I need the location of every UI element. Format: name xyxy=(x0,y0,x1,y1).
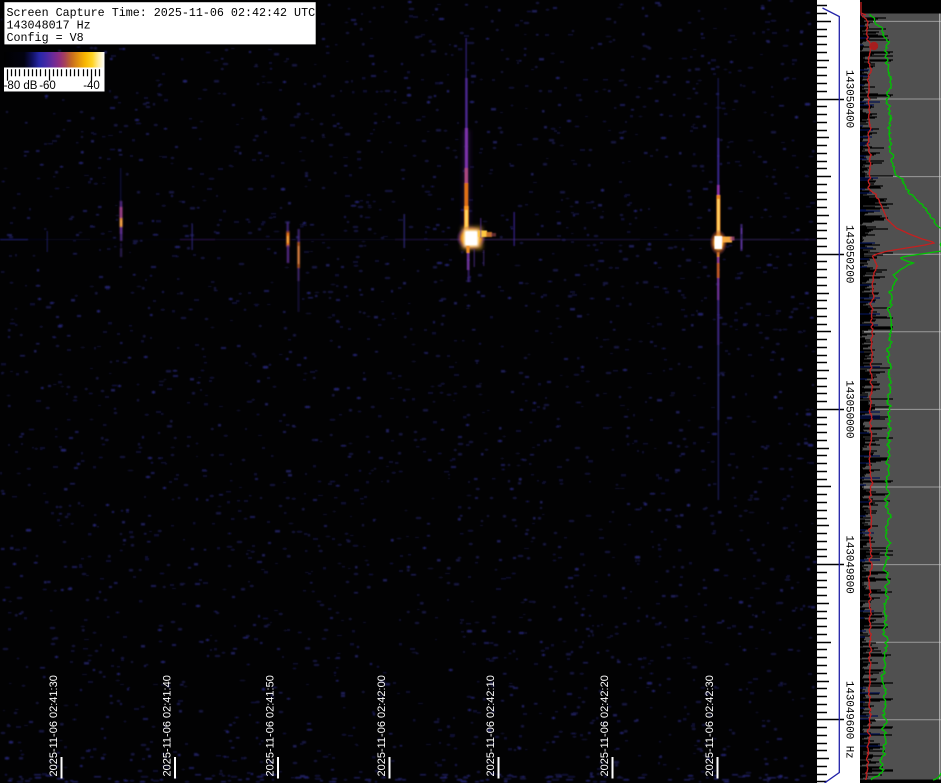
svg-text:2025-11-06 02:41:30: 2025-11-06 02:41:30 xyxy=(48,675,60,776)
svg-text:2025-11-06 02:41:50: 2025-11-06 02:41:50 xyxy=(265,675,277,776)
svg-text:2025-11-06 02:41:40: 2025-11-06 02:41:40 xyxy=(162,675,174,776)
svg-text:143050200: 143050200 xyxy=(843,225,855,283)
svg-text:143050000: 143050000 xyxy=(843,380,855,438)
svg-text:2025-11-06 02:42:20: 2025-11-06 02:42:20 xyxy=(599,675,611,776)
svg-text:143049600 Hz: 143049600 Hz xyxy=(843,681,855,759)
svg-text:-80 dB: -80 dB xyxy=(4,80,38,92)
svg-text:Config = V8: Config = V8 xyxy=(7,31,84,45)
svg-text:-40: -40 xyxy=(83,80,100,92)
svg-text:143050400: 143050400 xyxy=(843,70,855,128)
svg-text:143049800: 143049800 xyxy=(843,535,855,593)
svg-text:2025-11-06 02:42:00: 2025-11-06 02:42:00 xyxy=(376,675,388,776)
svg-text:2025-11-06 02:42:10: 2025-11-06 02:42:10 xyxy=(485,675,497,776)
svg-text:2025-11-06 02:42:30: 2025-11-06 02:42:30 xyxy=(704,675,716,776)
svg-text:-60: -60 xyxy=(39,80,56,92)
